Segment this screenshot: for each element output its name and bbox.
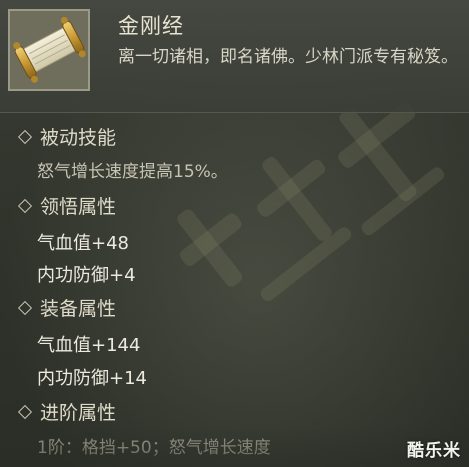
section-passive-skill: 被动技能 [17,123,117,150]
section-header: 被动技能 [40,127,117,149]
section-header: 进阶属性 [40,402,117,424]
attribute-line: 气血值+144 [37,335,141,356]
item-description: 离一切诸相，即名诸佛。少林门派专有秘笈。 [118,47,458,67]
diamond-bullet-icon [17,129,33,144]
item-name: 金刚经 [118,14,184,38]
section-header: 装备属性 [40,298,117,320]
advanced-attribute-line: 1阶：格挡+50；怒气增长速度 [37,438,271,458]
section-comprehension-attributes: 领悟属性 [17,192,117,219]
section-header: 领悟属性 [40,196,117,218]
section-advanced-attributes: 进阶属性 [17,398,117,425]
attribute-line: 内功防御+4 [37,265,136,286]
item-icon-frame [8,9,90,91]
attribute-line: 内功防御+14 [37,368,147,389]
section-equipment-attributes: 装备属性 [17,294,117,321]
diamond-bullet-icon [17,300,33,315]
site-logo: 酷乐米 [407,441,461,461]
diamond-bullet-icon [17,198,33,213]
scroll-icon [10,11,88,89]
diamond-bullet-icon [17,404,33,419]
attribute-line: 气血值+48 [37,233,129,254]
tooltip-header: 金刚经 离一切诸相，即名诸佛。少林门派专有秘笈。 [0,0,469,113]
passive-effect-text: 怒气增长速度提高15%。 [37,162,228,182]
item-tooltip: 金刚经 离一切诸相，即名诸佛。少林门派专有秘笈。 被动技能 怒气增长速度提高15… [0,0,469,467]
